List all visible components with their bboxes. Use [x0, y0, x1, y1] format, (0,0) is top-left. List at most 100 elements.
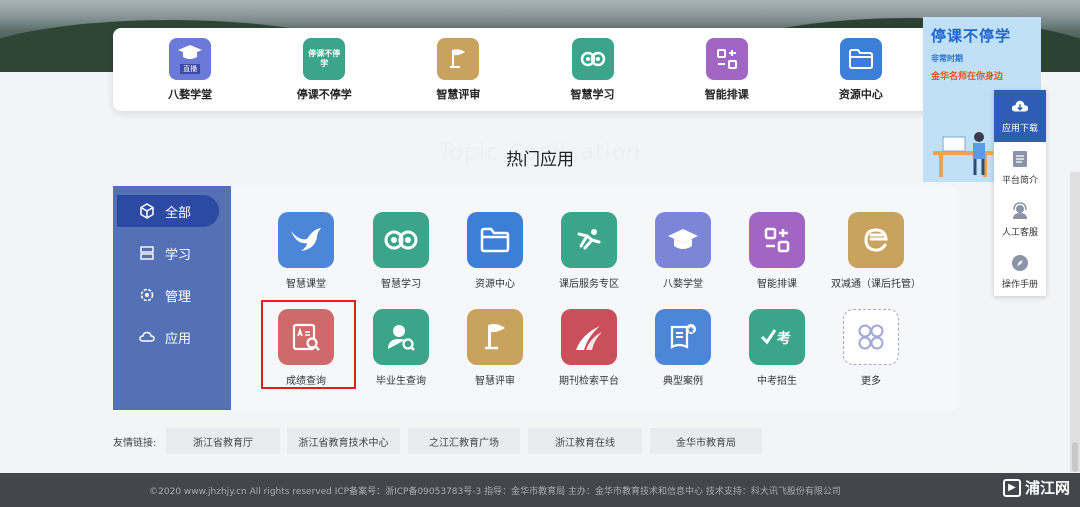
app-more[interactable]: 更多: [827, 309, 915, 387]
friend-link[interactable]: 金华市教育局: [650, 428, 762, 454]
scrollbar-thumb[interactable]: [1072, 442, 1078, 472]
app-zhihui-xuexi[interactable]: 智慧学习: [357, 212, 445, 290]
sidebar-item-label: 管理: [165, 289, 192, 305]
floating-menu: 应用下载 平台简介 人工客服 操作手册: [994, 90, 1046, 296]
app-label: 中考招生: [757, 376, 797, 387]
play-icon: ▶: [1002, 478, 1021, 497]
float-item-label: 操作手册: [1001, 280, 1038, 290]
friend-link[interactable]: 浙江省教育技术中心: [287, 428, 400, 454]
promo-line1: 非常时期: [931, 54, 963, 63]
app-label: 期刊检索平台: [559, 376, 619, 387]
float-item-intro[interactable]: 平台简介: [994, 142, 1046, 194]
app-label: 智慧评审: [475, 376, 515, 387]
top-nav-label: 资源中心: [838, 87, 883, 101]
app-label: 智慧课堂: [286, 279, 326, 290]
friend-link[interactable]: 浙江省教育厅: [166, 428, 280, 454]
watermark: ▶ 浦江网: [1002, 477, 1070, 498]
document-icon: [1011, 150, 1029, 168]
top-nav-label: 智能排课: [704, 87, 749, 101]
svg-text:考: 考: [777, 330, 791, 347]
sidebar-item-label: 应用: [165, 331, 192, 347]
category-sidebar: 全部 学习 管理 应用: [113, 186, 231, 410]
top-nav-item-tingke[interactable]: 停课不停学 停课不停学: [269, 37, 379, 102]
app-label: 双减通（课后托管）: [831, 279, 921, 290]
friend-links-label: 友情链接:: [113, 437, 157, 449]
friend-link[interactable]: 之江汇教育广场: [408, 428, 520, 454]
app-label: 智能排课: [757, 279, 797, 290]
sidebar-item-label: 全部: [165, 205, 192, 221]
top-nav: 直播 八婺学堂 停课不停学 停课不停学 智慧评审 智慧学习 智能排课 资源中心: [113, 28, 938, 111]
top-nav-item-ziyuan[interactable]: 资源中心: [806, 37, 916, 102]
sidebar-item-manage[interactable]: 管理: [113, 279, 231, 311]
sidebar-item-study[interactable]: 学习: [113, 237, 231, 269]
watermark-text: 浦江网: [1024, 479, 1070, 497]
more-icon: [843, 309, 899, 365]
highlight-box: [261, 300, 356, 389]
headset-icon: [1011, 202, 1029, 220]
sidebar-item-apps[interactable]: 应用: [113, 321, 231, 353]
app-biyesheng-chaxun[interactable]: 毕业生查询: [357, 309, 445, 387]
cloud-icon: [139, 329, 155, 345]
app-label: 更多: [861, 376, 881, 387]
flag-icon: [467, 309, 523, 365]
person-search-icon: [373, 309, 429, 365]
journal-icon: [561, 309, 617, 365]
top-nav-item-bawu[interactable]: 直播 八婺学堂: [135, 37, 245, 102]
footer: ©2020 www.jhzhjy.cn All rights reserved …: [0, 473, 1080, 507]
float-item-download[interactable]: 应用下载: [994, 90, 1046, 142]
stop-class-icon: 停课不停学: [303, 37, 346, 80]
section-title: 热门应用: [506, 150, 574, 170]
flag-icon: [437, 37, 480, 80]
float-item-manual[interactable]: 操作手册: [994, 246, 1046, 298]
app-label: 智慧学习: [381, 279, 421, 290]
app-kehou-fuwu[interactable]: 课后服务专区: [545, 212, 633, 290]
app-zhihui-pingshen[interactable]: 智慧评审: [451, 309, 539, 387]
e-letter-icon: [848, 212, 904, 268]
float-item-service[interactable]: 人工客服: [994, 194, 1046, 246]
folder-icon: [467, 212, 523, 268]
live-badge: 直播: [180, 63, 201, 74]
app-label: 资源中心: [475, 279, 515, 290]
app-bawu-xuetang[interactable]: 八婺学堂: [639, 212, 727, 290]
app-label: 八婺学堂: [663, 279, 703, 290]
schedule-icon: [705, 37, 748, 80]
top-nav-item-xuexi[interactable]: 智慧学习: [538, 37, 648, 102]
float-item-label: 平台简介: [1001, 176, 1038, 186]
top-nav-item-paike[interactable]: 智能排课: [672, 37, 782, 102]
owl-icon: [373, 212, 429, 268]
promo-line2: 金华名师在你身边: [931, 72, 1004, 82]
float-item-label: 人工客服: [1001, 228, 1038, 238]
top-nav-label: 智慧学习: [570, 87, 615, 101]
sidebar-item-all[interactable]: 全部: [117, 195, 219, 227]
compass-icon: [1011, 254, 1029, 272]
app-label: 毕业生查询: [376, 376, 426, 387]
app-qikan-jiansuo[interactable]: 期刊检索平台: [545, 309, 633, 387]
friend-links: 友情链接:: [113, 428, 168, 454]
app-zhongkao-zhaosheng[interactable]: 考 中考招生: [733, 309, 821, 387]
float-item-label: 应用下载: [1001, 124, 1038, 134]
app-ziyuan-zhongxin[interactable]: 资源中心: [451, 212, 539, 290]
app-label: 课后服务专区: [559, 279, 619, 290]
owl-icon: [571, 37, 614, 80]
cube-icon: [139, 203, 155, 219]
schedule-icon: [749, 212, 805, 268]
app-dianxing-anli[interactable]: 典型案例: [639, 309, 727, 387]
app-zhineng-paike[interactable]: 智能排课: [733, 212, 821, 290]
section-heading: Topic Application 热门应用: [0, 138, 1080, 174]
download-cloud-icon: [1011, 98, 1029, 116]
app-zhihui-ketang[interactable]: 智慧课堂: [262, 212, 350, 290]
top-nav-label: 停课不停学: [296, 87, 352, 101]
top-nav-label: 智慧评审: [436, 87, 481, 101]
runner-icon: [561, 212, 617, 268]
page-scrollbar[interactable]: [1070, 172, 1080, 472]
case-icon: [655, 309, 711, 365]
settings-icon: [139, 287, 155, 303]
app-label: 典型案例: [663, 376, 703, 387]
server-icon: [139, 245, 155, 261]
top-nav-item-pingshen[interactable]: 智慧评审: [403, 37, 513, 102]
exam-icon: 考: [749, 309, 805, 365]
friend-link[interactable]: 浙江教育在线: [528, 428, 642, 454]
graduation-cap-icon: 直播: [169, 37, 212, 80]
bird-icon: [278, 212, 334, 268]
app-shuangjian-tong[interactable]: 双减通（课后托管）: [821, 212, 931, 290]
